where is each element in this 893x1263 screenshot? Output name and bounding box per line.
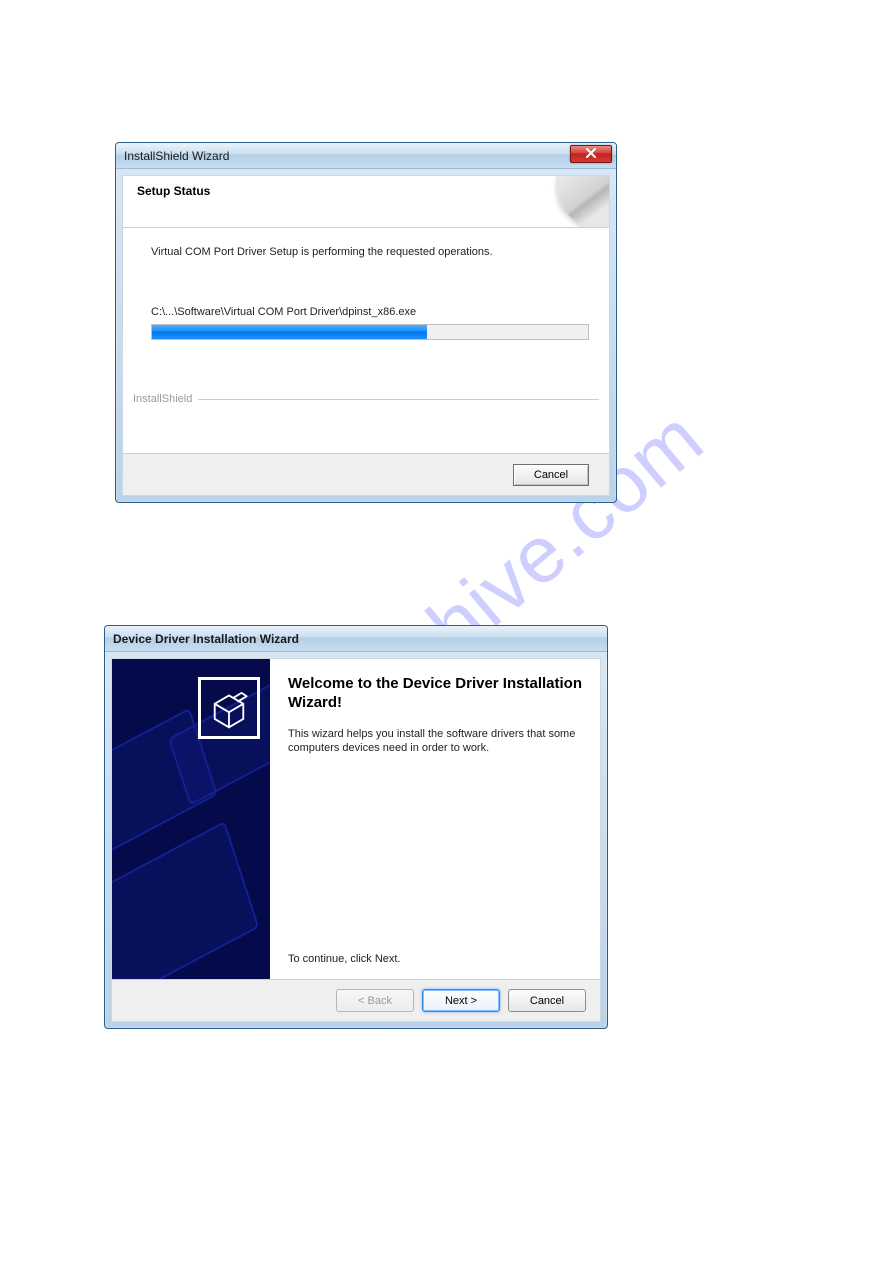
continue-hint: To continue, click Next. (288, 953, 401, 965)
install-path-text: C:\...\Software\Virtual COM Port Driver\… (151, 306, 581, 318)
progress-bar (151, 324, 589, 340)
cancel-button[interactable]: Cancel (508, 989, 586, 1012)
driver-wizard-window: Device Driver Installation Wizard (104, 625, 608, 1029)
installshield-titlebar[interactable]: InstallShield Wizard (116, 143, 616, 169)
status-text: Virtual COM Port Driver Setup is perform… (151, 246, 581, 258)
installshield-title: InstallShield Wizard (124, 149, 229, 163)
close-button[interactable] (570, 145, 612, 163)
cancel-button[interactable]: Cancel (513, 464, 589, 486)
wizard-header: Setup Status (123, 176, 609, 228)
divider-line (198, 399, 599, 400)
wizard-side-graphic (112, 659, 270, 979)
wizard-description: This wizard helps you install the softwa… (288, 727, 582, 757)
installshield-window: InstallShield Wizard Setup Status Virtua… (115, 142, 617, 503)
driver-wizard-titlebar[interactable]: Device Driver Installation Wizard (105, 626, 607, 652)
brand-label: InstallShield (133, 393, 192, 405)
driver-box-icon (198, 677, 260, 739)
setup-status-title: Setup Status (137, 184, 595, 198)
driver-wizard-footer: < Back Next > Cancel (112, 979, 600, 1021)
driver-wizard-title: Device Driver Installation Wizard (113, 632, 299, 646)
wizard-heading: Welcome to the Device Driver Installatio… (288, 675, 582, 713)
back-button: < Back (336, 989, 414, 1012)
next-button[interactable]: Next > (422, 989, 500, 1012)
progress-fill (152, 325, 427, 339)
close-icon (586, 145, 596, 163)
brand-divider: InstallShield (133, 393, 599, 405)
page-curl-graphic (529, 176, 609, 228)
installshield-footer: Cancel (123, 453, 609, 495)
